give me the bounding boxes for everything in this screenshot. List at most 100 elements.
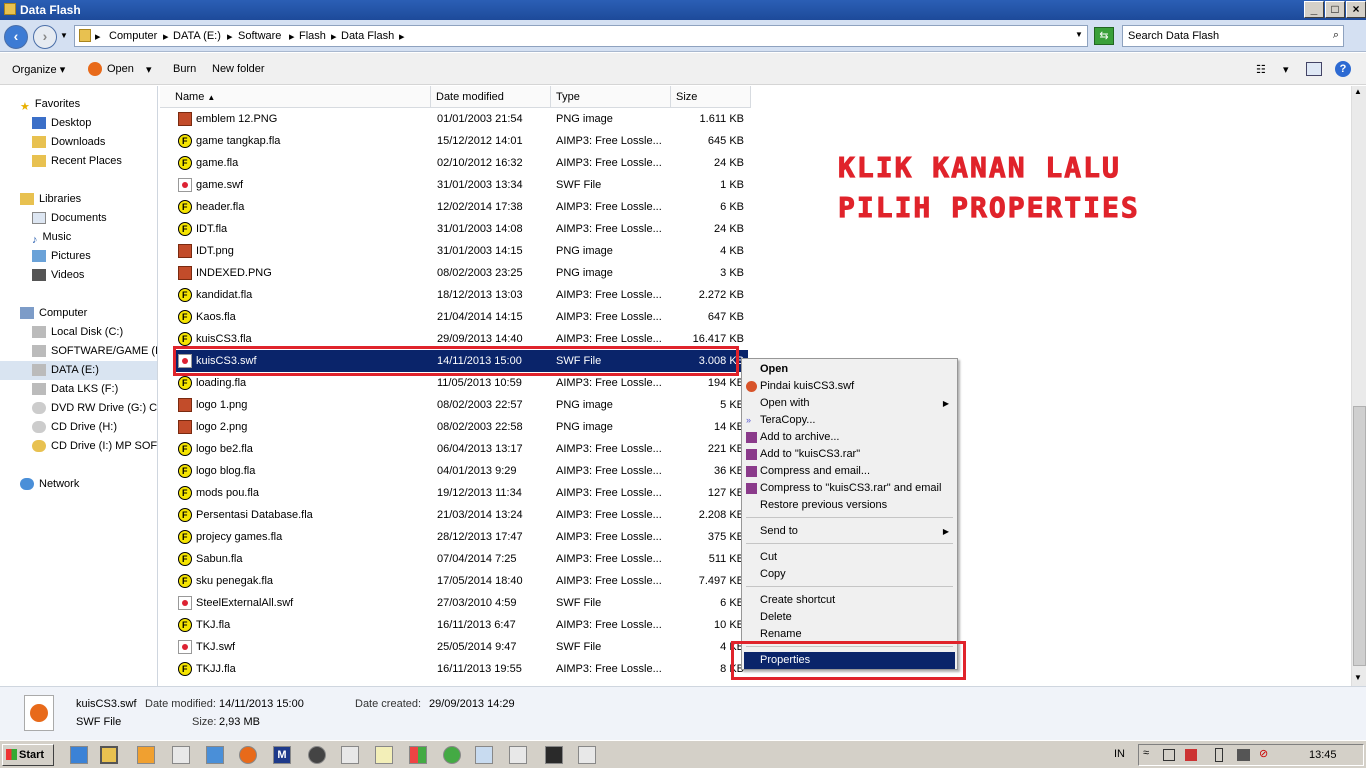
green-app-icon[interactable] <box>443 746 461 764</box>
menu-item-open-with[interactable]: Open with ▶ <box>744 395 955 412</box>
nav-libraries[interactable]: Libraries <box>20 190 81 209</box>
remote-desktop-icon[interactable] <box>206 746 224 764</box>
view-dropdown-icon[interactable]: ▾ <box>1283 63 1289 76</box>
breadcrumb[interactable]: ▸ Computer ▸ DATA (E:) ▸ Software ▸ Flas… <box>74 25 1088 47</box>
volume-muted-icon[interactable]: ⊘ <box>1259 747 1268 760</box>
search-icon[interactable]: ⌕ <box>1333 29 1339 42</box>
tool-app-icon[interactable] <box>509 746 527 764</box>
file-row[interactable]: kandidat.fla 18/12/2013 13:03 AIMP3: Free … <box>174 284 748 306</box>
nav-item-documents[interactable]: Documents <box>32 209 107 228</box>
breadcrumb-computer[interactable]: Computer <box>109 30 157 42</box>
nav-favorites[interactable]: ★ Favorites <box>20 95 80 114</box>
terminal-icon[interactable] <box>545 746 563 764</box>
menu-item-add-rar[interactable]: Add to "kuisCS3.rar" <box>744 446 955 463</box>
menu-item-pindai[interactable]: Pindai kuisCS3.swf <box>744 378 955 395</box>
menu-item-compress-rar-email[interactable]: Compress to "kuisCS3.rar" and email <box>744 480 955 497</box>
internet-explorer-icon[interactable] <box>70 746 88 764</box>
nav-drive-i[interactable]: CD Drive (I:) MP SOFT <box>32 437 157 456</box>
nav-network[interactable]: Network <box>20 475 79 494</box>
m-app-icon[interactable]: M <box>273 746 291 764</box>
help-icon[interactable]: ? <box>1335 61 1351 77</box>
breadcrumb-data-e[interactable]: DATA (E:) <box>173 30 221 42</box>
nav-drive-d[interactable]: SOFTWARE/GAME (D: <box>32 342 157 361</box>
nav-item-videos[interactable]: Videos <box>32 266 84 285</box>
organize-button[interactable]: Organize ▾ <box>12 63 65 76</box>
preview-pane-icon[interactable] <box>1306 62 1322 76</box>
file-row[interactable]: sku penegak.fla 17/05/2014 18:40 AIMP3: Fr… <box>174 570 748 592</box>
file-row[interactable]: game.swf 31/01/2003 13:34 SWF File 1 KB <box>174 174 748 196</box>
column-header-size[interactable]: Size <box>671 86 751 108</box>
burn-button[interactable]: Burn <box>173 63 196 75</box>
scroll-down-icon[interactable]: ▼ <box>1354 673 1362 682</box>
menu-item-create-shortcut[interactable]: Create shortcut <box>744 592 955 609</box>
file-row[interactable]: Persentasi Database.fla 21/03/2014 13:24 A… <box>174 504 748 526</box>
menu-item-compress-email[interactable]: Compress and email... <box>744 463 955 480</box>
forward-button[interactable]: › <box>33 25 57 49</box>
tray-security-icon[interactable] <box>1185 749 1197 761</box>
file-row[interactable]: IDT.png 31/01/2003 14:15 PNG image 4 KB <box>174 240 748 262</box>
file-row[interactable]: Kaos.fla 21/04/2014 14:15 AIMP3: Free Loss… <box>174 306 748 328</box>
file-row[interactable]: game.fla 02/10/2012 16:32 AIMP3: Free Loss… <box>174 152 748 174</box>
minimize-button[interactable]: _ <box>1304 1 1324 18</box>
address-dropdown-icon[interactable]: ▼ <box>1075 30 1083 39</box>
network-tool-icon[interactable] <box>172 746 190 764</box>
open-button[interactable]: Open <box>107 63 134 75</box>
network-tray-icon[interactable] <box>1237 749 1250 761</box>
file-row[interactable]: TKJJ.fla 16/11/2013 19:55 AIMP3: Free Loss… <box>174 658 748 680</box>
app-icon[interactable] <box>308 746 326 764</box>
vertical-scrollbar[interactable]: ▲ ▼ <box>1351 86 1366 686</box>
file-row[interactable]: mods pou.fla 19/12/2013 11:34 AIMP3: Free … <box>174 482 748 504</box>
menu-item-restore[interactable]: Restore previous versions <box>744 497 955 514</box>
window-app-icon[interactable] <box>475 746 493 764</box>
settings-icon[interactable] <box>341 746 359 764</box>
file-row[interactable]: SteelExternalAll.swf 27/03/2010 4:59 SWF F… <box>174 592 748 614</box>
language-indicator[interactable]: IN <box>1114 748 1125 760</box>
file-row[interactable]: game tangkap.fla 15/12/2012 14:01 AIMP3: F… <box>174 130 748 152</box>
scrollbar-thumb[interactable] <box>1353 406 1366 666</box>
menu-item-send-to[interactable]: Send to ▶ <box>744 523 955 540</box>
recent-pages-dropdown-icon[interactable]: ▼ <box>60 31 68 40</box>
nav-drive-c[interactable]: Local Disk (C:) <box>32 323 123 342</box>
nav-item-recent-places[interactable]: Recent Places <box>32 152 122 171</box>
nav-item-downloads[interactable]: Downloads <box>32 133 105 152</box>
clock[interactable]: 13:45 <box>1309 749 1337 761</box>
breadcrumb-software[interactable]: Software <box>238 30 281 42</box>
file-row[interactable]: logo be2.fla 06/04/2013 13:17 AIMP3: Free … <box>174 438 748 460</box>
explorer-taskbar-icon[interactable] <box>100 746 118 764</box>
tray-expand-icon[interactable]: ≈ <box>1143 747 1149 759</box>
nav-item-desktop[interactable]: Desktop <box>32 114 91 133</box>
menu-item-delete[interactable]: Delete <box>744 609 955 626</box>
battery-icon[interactable] <box>1215 748 1223 762</box>
scroll-up-icon[interactable]: ▲ <box>1354 87 1362 96</box>
file-row[interactable]: TKJ.fla 16/11/2013 6:47 AIMP3: Free Lossle… <box>174 614 748 636</box>
menu-item-add-archive[interactable]: Add to archive... <box>744 429 955 446</box>
file-row[interactable]: logo 2.png 08/02/2003 22:58 PNG image 14 KB <box>174 416 748 438</box>
file-row[interactable]: logo 1.png 08/02/2003 22:57 PNG image 5 KB <box>174 394 748 416</box>
menu-item-copy[interactable]: Copy <box>744 566 955 583</box>
refresh-icon[interactable]: ⇆ <box>1094 27 1114 45</box>
column-header-type[interactable]: Type <box>551 86 671 108</box>
file-row[interactable]: INDEXED.PNG 08/02/2003 23:25 PNG image 3 KB <box>174 262 748 284</box>
nav-drive-g[interactable]: DVD RW Drive (G:) CD <box>32 399 157 418</box>
new-folder-button[interactable]: New folder <box>212 63 265 75</box>
nav-drive-f[interactable]: Data LKS (F:) <box>32 380 118 399</box>
menu-item-teracopy[interactable]: » TeraCopy... <box>744 412 955 429</box>
file-row[interactable]: header.fla 12/02/2014 17:38 AIMP3: Free Lo… <box>174 196 748 218</box>
menu-item-open[interactable]: Open <box>744 361 955 378</box>
file-row[interactable]: IDT.fla 31/01/2003 14:08 AIMP3: Free Lossl… <box>174 218 748 240</box>
nav-drive-h[interactable]: CD Drive (H:) <box>32 418 117 437</box>
maximize-button[interactable]: □ <box>1325 1 1345 18</box>
search-input[interactable]: Search Data Flash ⌕ <box>1122 25 1344 47</box>
view-options-icon[interactable]: ☷ <box>1256 63 1266 76</box>
file-row[interactable]: projecy games.fla 28/12/2013 17:47 AIMP3: … <box>174 526 748 548</box>
open-dropdown-icon[interactable]: ▾ <box>146 63 152 76</box>
start-button[interactable]: Start <box>2 744 54 766</box>
tray-app-icon[interactable] <box>1163 749 1175 761</box>
notepad-icon[interactable] <box>375 746 393 764</box>
file-row[interactable]: emblem 12.PNG 01/01/2003 21:54 PNG image 1.… <box>174 108 748 130</box>
back-button[interactable]: ‹ <box>4 25 28 49</box>
firefox-icon[interactable] <box>239 746 257 764</box>
nav-item-music[interactable]: ♪ Music <box>32 228 71 247</box>
nav-computer[interactable]: Computer <box>20 304 87 323</box>
close-button[interactable]: × <box>1346 1 1366 18</box>
